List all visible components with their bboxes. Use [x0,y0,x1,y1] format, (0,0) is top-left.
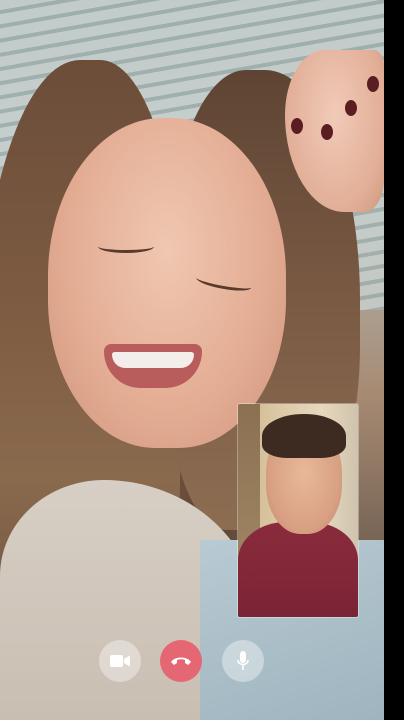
fingernail [291,118,303,134]
self-view-video[interactable] [238,404,358,617]
screen-edge-bar [384,0,404,720]
fingernail [321,124,333,140]
remote-person-eye-left [98,240,154,253]
video-camera-icon [110,654,130,668]
fingernail [367,76,379,92]
hang-up-icon [170,655,192,667]
self-view-hair [262,414,346,458]
toggle-mic-button[interactable] [222,640,264,682]
video-call-screen [0,0,404,720]
microphone-icon [237,651,249,671]
remote-person-face [48,118,286,448]
fingernail [345,100,357,116]
self-view-shirt [238,522,358,617]
call-controls [0,640,384,684]
toggle-video-button[interactable] [99,640,141,682]
remote-person-teeth [112,352,194,368]
end-call-button[interactable] [160,640,202,682]
